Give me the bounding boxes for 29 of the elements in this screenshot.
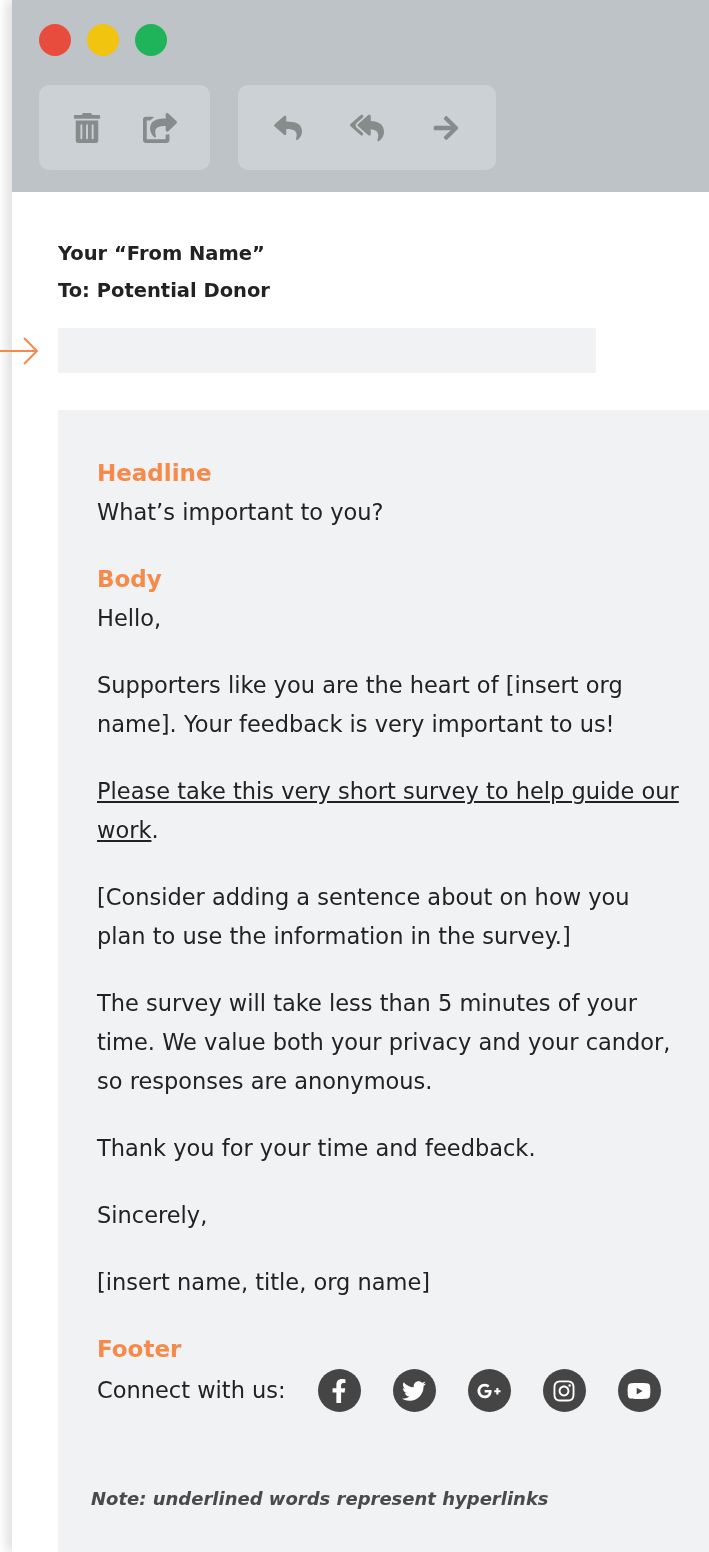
section-heading: Body [97,565,163,594]
facebook-icon[interactable] [317,1369,361,1412]
paragraph: [insert name, title, org name] [97,1268,432,1297]
paragraph: Hello, [97,604,163,633]
paragraph: What’s important to you? [97,498,385,527]
section-heading: Headline [97,459,213,488]
paragraph: Sincerely, [97,1201,209,1230]
survey-link-sentence[interactable]: Please take this very short survey to help guide our work. [97,772,680,850]
paragraph: Thank you for your time and feedback. [97,1134,537,1163]
recipient: To: Potential Donor [58,279,271,302]
google-plus-icon[interactable] [467,1369,511,1412]
from-name: Your “From Name” [58,242,266,265]
forward-icon[interactable] [432,113,460,142]
twitter-icon[interactable] [392,1369,436,1412]
youtube-icon[interactable] [617,1369,661,1412]
section-heading: Footer [97,1335,183,1364]
hyperlink-note: Note: underlined words represent hyperlinks [91,1488,550,1509]
paragraph: The survey will take less than 5 minutes of your time. We value both your privacy and your candor, so responses are anonymous. [97,989,672,1096]
trash-icon[interactable] [71,112,102,143]
reply-icon[interactable] [274,113,302,142]
connect-label: Connect with us: [97,1376,286,1405]
window-control-dot[interactable] [87,24,119,56]
window-control-dot[interactable] [135,24,167,56]
pointer-arrow-icon [0,336,40,366]
share-icon[interactable] [143,110,178,145]
paragraph: Supporters like you are the heart of [insert org name]. Your feedback is very important to us! [97,671,624,739]
instagram-icon[interactable] [542,1369,586,1412]
paragraph: [Consider adding a sentence about on how you plan to use the information in the survey.] [97,883,631,951]
window-control-dot[interactable] [39,24,71,56]
